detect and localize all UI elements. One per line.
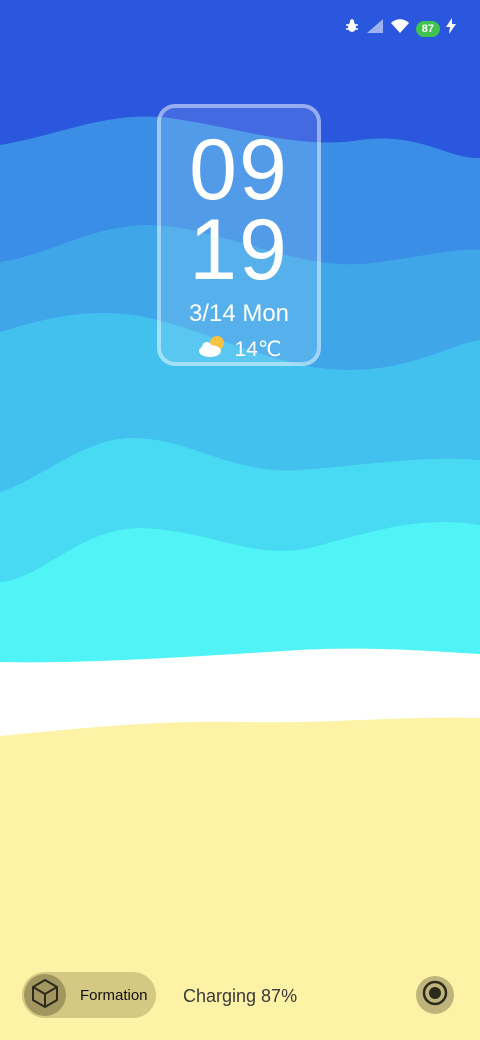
formation-button[interactable]: Formation: [22, 972, 156, 1018]
status-bar: 87: [0, 0, 480, 54]
temperature: 14℃: [234, 337, 282, 361]
partly-cloudy-icon: [197, 334, 227, 364]
formation-label: Formation: [80, 986, 148, 1004]
formation-icon-container: [24, 974, 66, 1016]
camera-button[interactable]: [416, 976, 454, 1014]
charging-bolt-icon: [446, 18, 456, 39]
wifi-icon: [390, 18, 410, 39]
notification-bug-icon: [344, 18, 360, 39]
clock-minute: 19: [189, 202, 289, 298]
weather-row: 14℃: [161, 334, 317, 364]
charging-status: Charging 87%: [183, 986, 298, 1006]
clock-widget[interactable]: 09 19 3/14 Mon 14℃: [157, 104, 321, 366]
cube-icon: [29, 977, 61, 1014]
battery-icon: 87: [415, 20, 440, 37]
camera-shutter-icon: [422, 980, 448, 1011]
clock-hour: 09: [189, 122, 289, 218]
clock-date: 3/14 Mon: [188, 300, 290, 327]
bottom-bar: Formation Charging 87%: [0, 966, 480, 1026]
cellular-signal-icon: [366, 18, 384, 39]
lock-screen: 87 09 19 3/14 Mon 14℃ Formation Charging…: [0, 0, 480, 1040]
